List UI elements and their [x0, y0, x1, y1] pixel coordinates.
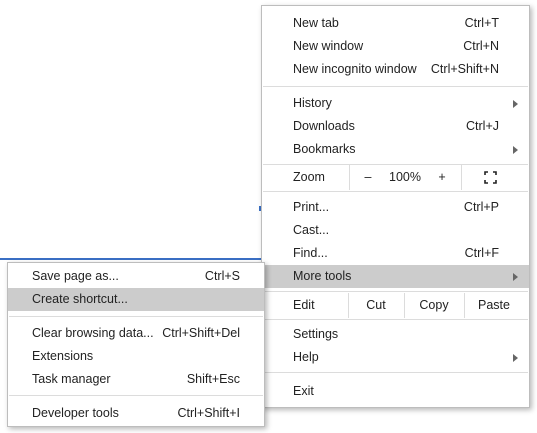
menu-separator [9, 316, 263, 317]
menu-separator [9, 395, 263, 396]
menu-separator [263, 86, 528, 87]
menu-item-label: Extensions [32, 349, 94, 363]
edit-divider [404, 293, 405, 318]
menu-item-label: Bookmarks [293, 142, 356, 156]
menu-item-label: History [293, 96, 332, 110]
submenu-item-save-page-as[interactable]: Save page as... Ctrl+S [8, 265, 264, 288]
menu-item-shortcut: Ctrl+T [464, 16, 499, 30]
menu-item-shortcut: Ctrl+Shift+I [177, 406, 240, 420]
menu-item-new-incognito-window[interactable]: New incognito window Ctrl+Shift+N [262, 58, 529, 81]
menu-item-label: Help [293, 350, 319, 364]
edit-row: Edit Cut Copy Paste [262, 293, 529, 318]
menu-item-downloads[interactable]: Downloads Ctrl+J [262, 115, 529, 138]
menu-item-label: Clear browsing data... [32, 326, 154, 340]
menu-item-help[interactable]: Help [262, 346, 529, 369]
edit-label: Edit [293, 298, 315, 312]
copy-button[interactable]: Copy [406, 293, 462, 318]
edit-divider [348, 293, 349, 318]
menu-item-label: New incognito window [293, 62, 417, 76]
submenu-item-extensions[interactable]: Extensions [8, 345, 264, 368]
submenu-arrow-icon [513, 354, 518, 362]
menu-item-shortcut: Ctrl+Shift+Del [162, 326, 240, 340]
menu-item-shortcut: Shift+Esc [186, 372, 240, 386]
zoom-divider [349, 165, 350, 190]
menu-item-label: Create shortcut... [32, 292, 128, 306]
chrome-main-menu: New tab Ctrl+T New window Ctrl+N New inc… [261, 5, 530, 408]
menu-item-label: Print... [293, 200, 330, 214]
submenu-arrow-icon [513, 146, 518, 154]
menu-separator [263, 372, 528, 373]
menu-item-cast[interactable]: Cast... [262, 219, 529, 242]
menu-item-settings[interactable]: Settings [262, 323, 529, 346]
menu-separator [263, 191, 528, 192]
menu-item-shortcut: Ctrl+J [466, 119, 499, 133]
more-tools-submenu: Save page as... Ctrl+S Create shortcut..… [7, 262, 265, 427]
menu-item-label: Find... [293, 246, 328, 260]
zoom-row: Zoom – 100% + [262, 165, 529, 190]
cut-button[interactable]: Cut [350, 293, 402, 318]
fullscreen-icon[interactable] [484, 171, 497, 184]
menu-item-new-tab[interactable]: New tab Ctrl+T [262, 12, 529, 35]
menu-item-label: New window [293, 39, 364, 53]
menu-item-exit[interactable]: Exit [262, 380, 529, 403]
menu-item-label: Task manager [32, 372, 111, 386]
menu-separator [263, 319, 528, 320]
zoom-label: Zoom [293, 170, 325, 184]
menu-separator [263, 291, 528, 292]
menu-item-bookmarks[interactable]: Bookmarks [262, 138, 529, 161]
submenu-item-clear-browsing-data[interactable]: Clear browsing data... Ctrl+Shift+Del [8, 322, 264, 345]
menu-item-shortcut: Ctrl+Shift+N [430, 62, 499, 76]
menu-item-label: More tools [293, 269, 352, 283]
menu-item-shortcut: Ctrl+N [463, 39, 499, 53]
zoom-level: 100% [389, 170, 421, 184]
edit-divider [464, 293, 465, 318]
menu-item-label: New tab [293, 16, 339, 30]
zoom-out-button[interactable]: – [358, 165, 378, 190]
paste-button[interactable]: Paste [466, 293, 522, 318]
submenu-arrow-icon [513, 273, 518, 281]
menu-item-label: Save page as... [32, 269, 119, 283]
menu-item-history[interactable]: History [262, 92, 529, 115]
zoom-divider [461, 165, 462, 190]
menu-item-label: Cast... [293, 223, 330, 237]
menu-item-new-window[interactable]: New window Ctrl+N [262, 35, 529, 58]
menu-item-more-tools[interactable]: More tools [262, 265, 529, 288]
menu-item-label: Developer tools [32, 406, 119, 420]
menu-item-shortcut: Ctrl+P [463, 200, 499, 214]
menu-item-shortcut: Ctrl+S [204, 269, 240, 283]
menu-item-find[interactable]: Find... Ctrl+F [262, 242, 529, 265]
submenu-item-developer-tools[interactable]: Developer tools Ctrl+Shift+I [8, 402, 264, 425]
zoom-in-button[interactable]: + [432, 165, 452, 190]
menu-item-print[interactable]: Print... Ctrl+P [262, 196, 529, 219]
window-edge-line [0, 258, 262, 260]
submenu-item-task-manager[interactable]: Task manager Shift+Esc [8, 368, 264, 391]
menu-item-label: Exit [293, 384, 314, 398]
menu-item-shortcut: Ctrl+F [464, 246, 499, 260]
menu-item-label: Downloads [293, 119, 355, 133]
submenu-item-create-shortcut[interactable]: Create shortcut... [8, 288, 264, 311]
submenu-arrow-icon [513, 100, 518, 108]
menu-item-label: Settings [293, 327, 339, 341]
